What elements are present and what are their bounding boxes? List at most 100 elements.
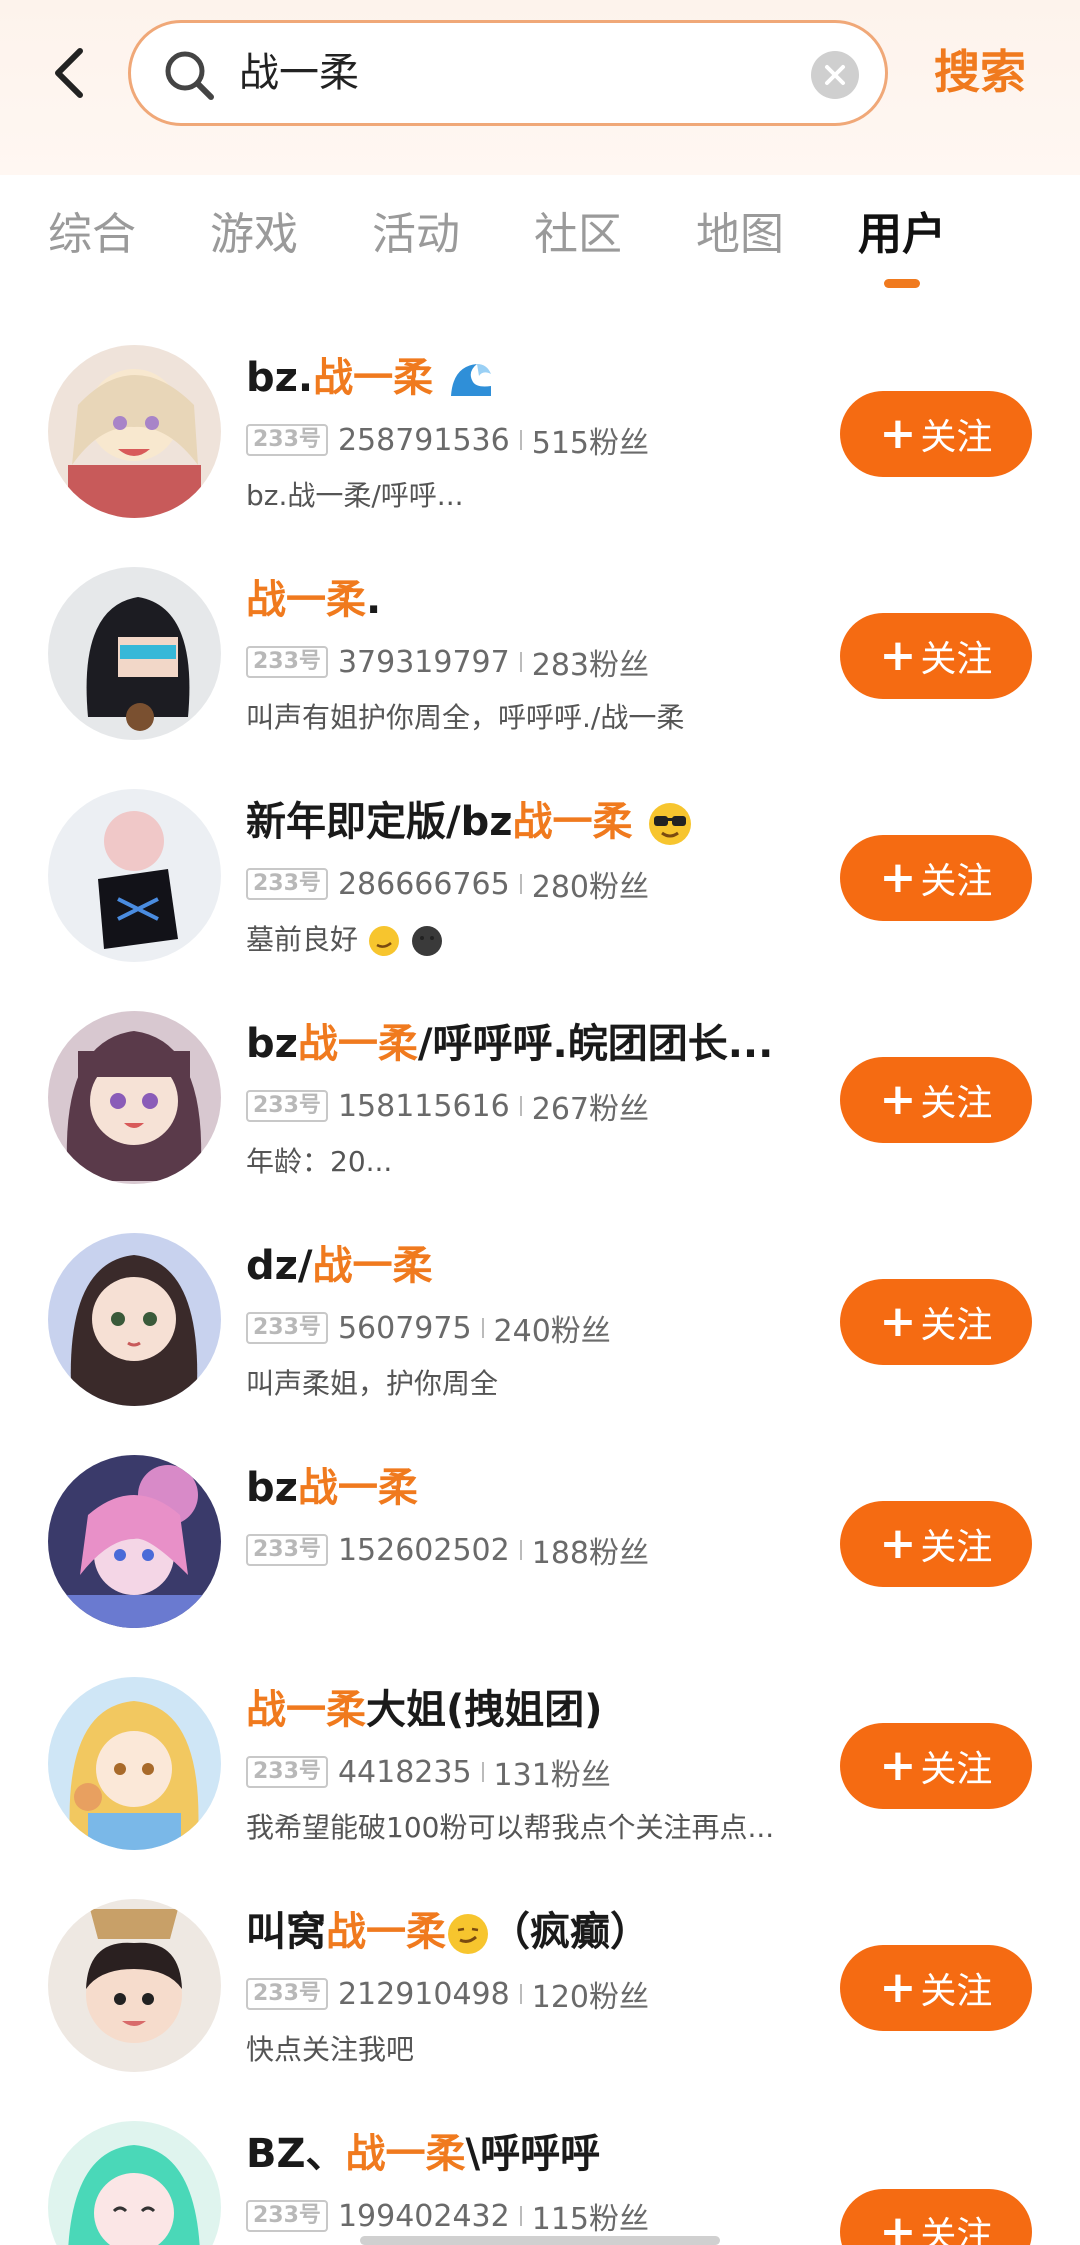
list-item[interactable]: BZ、战一柔\呼呼呼 233号 199402432 115粉丝 + 关注 xyxy=(0,2121,1080,2245)
avatar[interactable] xyxy=(48,1455,221,1628)
id-badge: 233号 xyxy=(246,424,328,456)
plus-icon: + xyxy=(879,2206,917,2245)
tab-community[interactable]: 社区 xyxy=(534,205,622,265)
user-id: 199402432 xyxy=(337,2198,510,2234)
user-description: 墓前良好 xyxy=(246,920,444,960)
plus-icon: + xyxy=(879,1962,917,2013)
search-icon xyxy=(165,51,214,100)
wave-emoji-icon xyxy=(451,364,492,396)
divider xyxy=(519,2206,522,2226)
user-meta: 233号 379319797 283粉丝 xyxy=(246,643,649,683)
tab-games[interactable]: 游戏 xyxy=(210,205,298,265)
user-meta: 233号 212910498 120粉丝 xyxy=(246,1975,649,2015)
id-badge: 233号 xyxy=(246,1756,328,1788)
top-bar: 战一柔 搜索 xyxy=(0,0,1080,175)
sunglasses-emoji-icon xyxy=(649,803,692,845)
user-description: 我希望能破100粉可以帮我点个关注再点... xyxy=(246,1811,775,1844)
clear-search-button[interactable] xyxy=(811,51,859,99)
divider xyxy=(519,1540,522,1560)
id-badge: 233号 xyxy=(246,1090,328,1122)
tab-users[interactable]: 用户 xyxy=(858,205,946,265)
plus-icon: + xyxy=(879,1074,917,1125)
list-item[interactable]: dz/战一柔 233号 5607975 240粉丝 叫声柔姐，护你周全 + 关注 xyxy=(0,1233,1080,1455)
follow-button[interactable]: + 关注 xyxy=(840,1723,1032,1809)
user-name[interactable]: 战一柔. xyxy=(246,572,381,628)
fan-count: 267粉丝 xyxy=(531,1092,649,1127)
follow-button[interactable]: + 关注 xyxy=(840,613,1032,699)
list-item[interactable]: 新年即定版/bz战一柔 233号 286666765 280粉丝 墓前良好 + 关… xyxy=(0,789,1080,1011)
avatar[interactable] xyxy=(48,1899,221,2072)
follow-button[interactable]: + 关注 xyxy=(840,835,1032,921)
user-id: 212910498 xyxy=(337,1976,510,2012)
avatar[interactable] xyxy=(48,2121,221,2245)
list-item[interactable]: 战一柔大姐(拽姐团) 233号 4418235 131粉丝 我希望能破100粉可… xyxy=(0,1677,1080,1899)
divider xyxy=(519,1096,522,1116)
tab-all[interactable]: 综合 xyxy=(48,205,136,265)
user-name[interactable]: 叫窝战一柔 （疯癫） xyxy=(246,1904,650,1960)
divider xyxy=(519,874,522,894)
list-item[interactable]: bz.战一柔 233号 258791536 515粉丝 bz.战一柔/呼呼...… xyxy=(0,345,1080,567)
user-name[interactable]: bz.战一柔 xyxy=(246,350,495,406)
user-name[interactable]: 战一柔大姐(拽姐团) xyxy=(246,1682,603,1738)
user-name[interactable]: bz战一柔/呼呼呼.皖团团长... xyxy=(246,1016,773,1072)
avatar[interactable] xyxy=(48,345,221,518)
fan-count: 515粉丝 xyxy=(531,426,649,461)
tab-maps[interactable]: 地图 xyxy=(696,205,784,265)
avatar[interactable] xyxy=(48,1233,221,1406)
avatar[interactable] xyxy=(48,567,221,740)
user-id: 158115616 xyxy=(337,1088,510,1124)
avatar[interactable] xyxy=(48,1011,221,1184)
user-description: bz.战一柔/呼呼... xyxy=(246,479,464,512)
user-meta: 233号 5607975 240粉丝 xyxy=(246,1309,611,1349)
user-name[interactable]: bz战一柔 xyxy=(246,1460,418,1516)
list-item[interactable]: 战一柔. 233号 379319797 283粉丝 叫声有姐护你周全，呼呼呼./… xyxy=(0,567,1080,789)
fan-count: 188粉丝 xyxy=(531,1536,649,1571)
user-id: 379319797 xyxy=(337,644,510,680)
follow-button[interactable]: + 关注 xyxy=(840,2189,1032,2245)
user-description: 快点关注我吧 xyxy=(246,2033,415,2066)
user-name[interactable]: 新年即定版/bz战一柔 xyxy=(246,794,694,850)
tab-events[interactable]: 活动 xyxy=(372,205,460,265)
chevron-left-icon xyxy=(55,48,83,98)
search-query-text: 战一柔 xyxy=(239,50,359,96)
divider xyxy=(481,1318,484,1338)
user-description: 叫声柔姐，护你周全 xyxy=(246,1367,499,1400)
search-button[interactable]: 搜索 xyxy=(934,40,1026,104)
follow-button[interactable]: + 关注 xyxy=(840,1945,1032,2031)
plus-icon: + xyxy=(879,1740,917,1791)
follow-button[interactable]: + 关注 xyxy=(840,1279,1032,1365)
user-id: 5607975 xyxy=(337,1310,472,1346)
divider xyxy=(519,430,522,450)
user-description: 叫声有姐护你周全，呼呼呼./战一柔 xyxy=(246,701,685,734)
list-item[interactable]: bz战一柔/呼呼呼.皖团团长... 233号 158115616 267粉丝 年… xyxy=(0,1011,1080,1233)
plus-icon: + xyxy=(879,1296,917,1347)
user-id: 258791536 xyxy=(337,422,510,458)
divider xyxy=(519,652,522,672)
user-id: 286666765 xyxy=(337,866,510,902)
avatar[interactable] xyxy=(48,1677,221,1850)
fan-count: 120粉丝 xyxy=(531,1980,649,2015)
list-item[interactable]: bz战一柔 233号 152602502 188粉丝 + 关注 xyxy=(0,1455,1080,1677)
user-name[interactable]: BZ、战一柔\呼呼呼 xyxy=(246,2126,600,2182)
plus-icon: + xyxy=(879,852,917,903)
id-badge: 233号 xyxy=(246,868,328,900)
id-badge: 233号 xyxy=(246,1312,328,1344)
id-badge: 233号 xyxy=(246,1534,328,1566)
user-id: 152602502 xyxy=(337,1532,510,1568)
follow-button[interactable]: + 关注 xyxy=(840,1501,1032,1587)
user-name[interactable]: dz/战一柔 xyxy=(246,1238,433,1294)
follow-button[interactable]: + 关注 xyxy=(840,1057,1032,1143)
follow-button[interactable]: + 关注 xyxy=(840,391,1032,477)
avatar[interactable] xyxy=(48,789,221,962)
search-input[interactable]: 战一柔 xyxy=(128,20,888,126)
fan-count: 280粉丝 xyxy=(531,870,649,905)
back-button[interactable] xyxy=(40,38,100,108)
divider xyxy=(481,1762,484,1782)
smirk-emoji-icon xyxy=(368,926,399,956)
fan-count: 240粉丝 xyxy=(493,1314,611,1349)
id-badge: 233号 xyxy=(246,1978,328,2010)
user-meta: 233号 4418235 131粉丝 xyxy=(246,1753,611,1793)
list-item[interactable]: 叫窝战一柔 （疯癫） 233号 212910498 120粉丝 快点关注我吧 + 关… xyxy=(0,1899,1080,2121)
plus-icon: + xyxy=(879,408,917,459)
user-meta: 233号 199402432 115粉丝 xyxy=(246,2197,649,2237)
